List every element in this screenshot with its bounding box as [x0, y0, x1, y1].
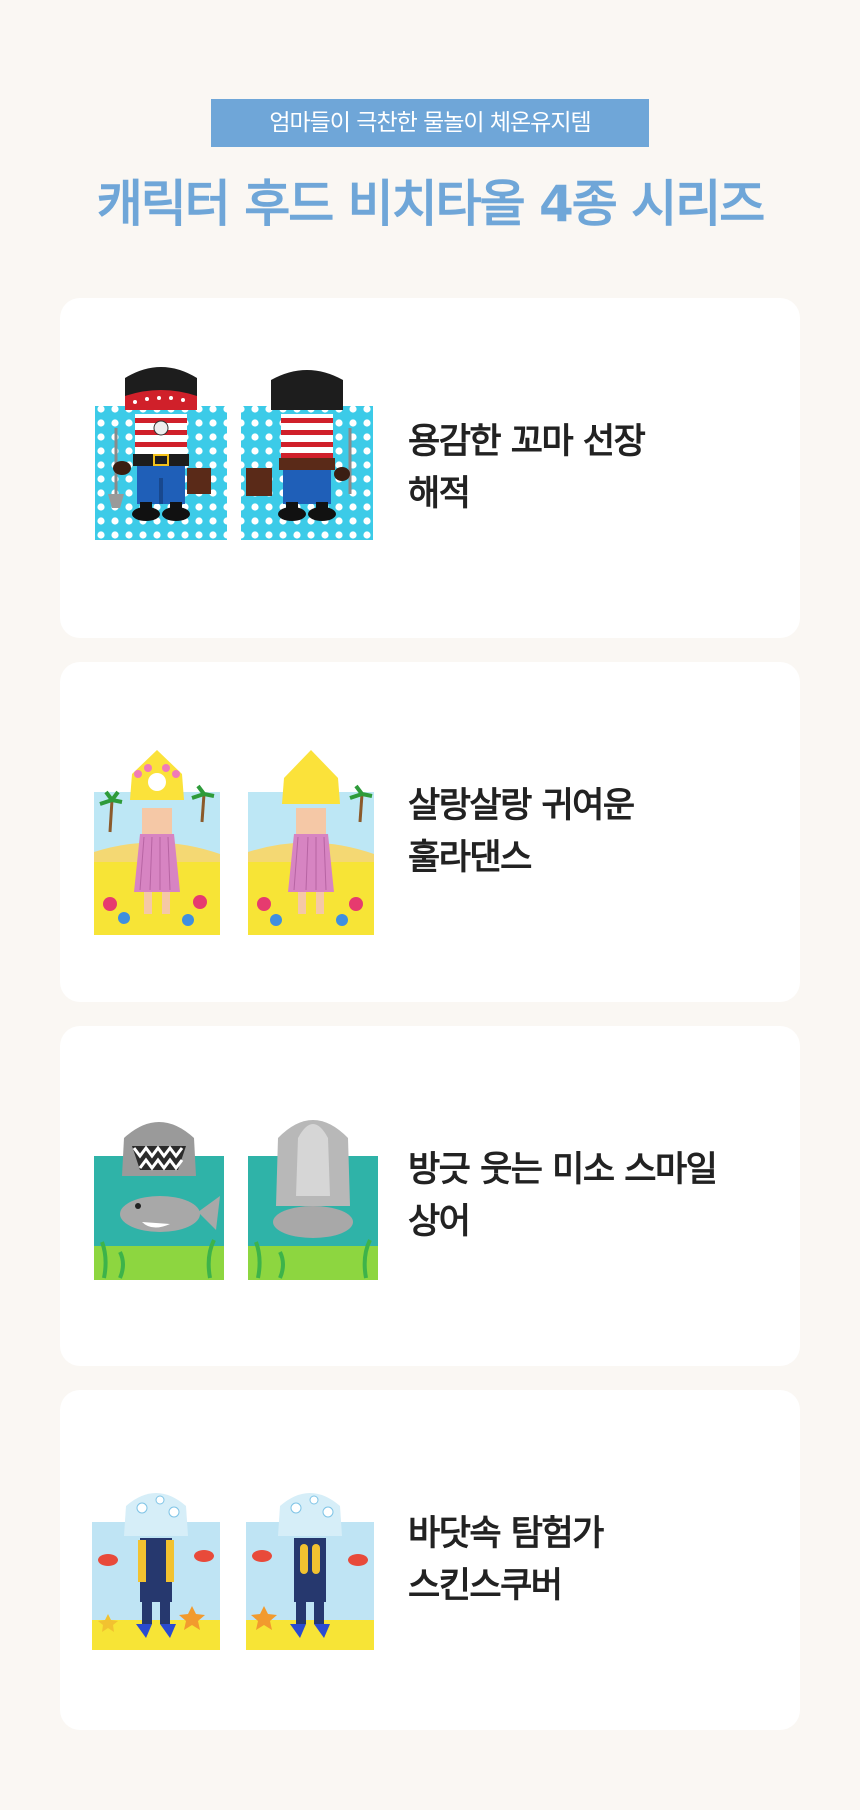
scuba-back [246, 1493, 374, 1650]
product-title-line1: 방긋 웃는 미소 스마일 [408, 1150, 718, 1190]
product-title-line1: 용감한 꼬마 선장 [408, 422, 646, 462]
product-title-line2: 훌라댄스 [408, 838, 532, 878]
hula-towel-image [94, 750, 374, 935]
pirate-front [95, 367, 227, 540]
page-title: 캐릭터 후드 비치타올 4종 시리즈 [96, 175, 765, 233]
product-card-shark: 방긋 웃는 미소 스마일 상어 [60, 1026, 800, 1366]
product-title-line1: 바닷속 탐험가 [408, 1514, 604, 1554]
product-title-line2: 해적 [408, 474, 471, 514]
pirate-back [241, 370, 373, 540]
product-title-line2: 스킨스쿠버 [408, 1566, 563, 1606]
header-badge: 엄마들이 극찬한 물놀이 체온유지템 [211, 99, 649, 147]
pirate-towel-image [95, 367, 373, 540]
shark-front [94, 1122, 224, 1280]
scuba-front [92, 1493, 220, 1650]
product-title-line1: 살랑살랑 귀여운 [408, 786, 635, 826]
shark-back [248, 1120, 378, 1280]
scuba-towel-image [92, 1493, 374, 1650]
product-card-hula: 살랑살랑 귀여운 훌라댄스 [60, 662, 800, 1002]
product-card-pirate: 용감한 꼬마 선장 해적 [60, 298, 800, 638]
product-title-line2: 상어 [408, 1202, 471, 1242]
product-card-scuba: 바닷속 탐험가 스킨스쿠버 [60, 1390, 800, 1730]
hula-back [248, 750, 374, 935]
hula-front [94, 750, 220, 935]
shark-towel-image [94, 1120, 378, 1280]
